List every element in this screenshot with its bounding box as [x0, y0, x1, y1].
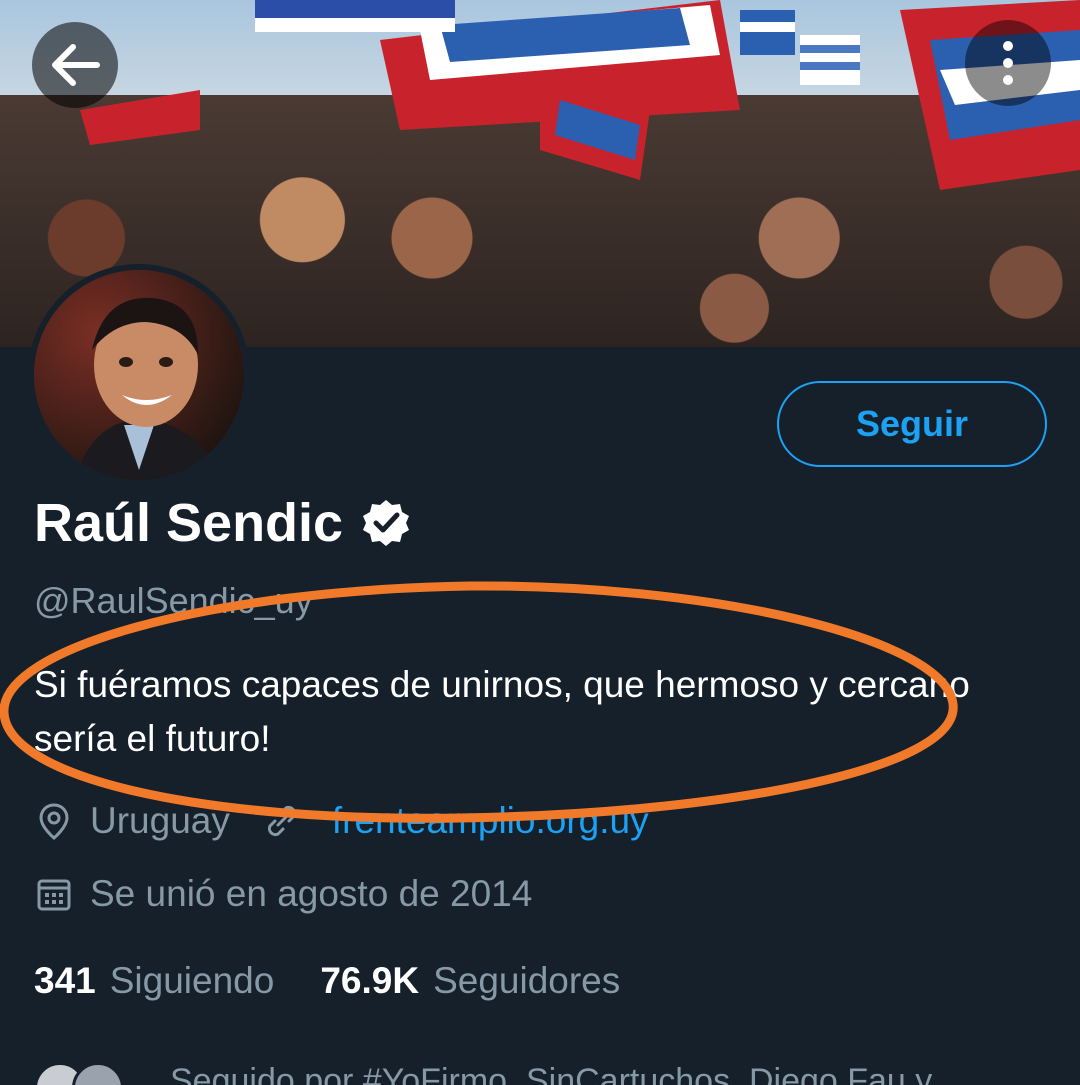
calendar-icon [37, 879, 71, 911]
profile-name: Raúl Sendic [34, 493, 344, 553]
profile-handle: @RaulSendic_uy [34, 580, 313, 621]
followers-label: Seguidores [433, 960, 621, 1001]
link-icon [267, 805, 296, 837]
profile-avatar[interactable] [28, 264, 250, 486]
avatar-photo [34, 270, 244, 480]
back-button[interactable] [32, 22, 118, 108]
following-count: 341 [34, 960, 96, 1001]
profile-joined-date: Se unió en agosto de 2014 [90, 873, 533, 914]
followers-count: 76.9K [320, 960, 420, 1001]
profile-location: Uruguay [90, 800, 230, 841]
profile-location-row: Uruguay frenteamplio.org.uy [34, 800, 649, 842]
follower-avatar [72, 1062, 124, 1085]
banner-flag [540, 80, 650, 180]
followers-stat[interactable]: 76.9K Seguidores [320, 960, 620, 1002]
following-stat[interactable]: 341 Siguiendo [34, 960, 274, 1002]
profile-website-link[interactable]: frenteamplio.org.uy [332, 800, 649, 842]
location-pin-icon [39, 803, 69, 840]
follow-button[interactable]: Seguir [777, 381, 1047, 467]
banner-flag [255, 0, 455, 32]
follow-button-label: Seguir [855, 403, 969, 444]
more-vertical-icon [1003, 41, 1013, 85]
verified-badge-icon [363, 500, 410, 546]
arrow-left-icon [52, 44, 100, 86]
followed-by-row[interactable]: Seguido por #YoFirmo_SinCartuchos, Diego… [34, 1062, 1080, 1085]
following-label: Siguiendo [109, 960, 275, 1001]
profile-joined-row: Se unió en agosto de 2014 [34, 873, 532, 915]
profile-name-row: Raúl Sendic [34, 492, 411, 554]
more-options-button[interactable] [965, 20, 1051, 106]
profile-stats: 341 Siguiendo 76.9K Seguidores [34, 960, 620, 1002]
followed-by-text: Seguido por #YoFirmo_SinCartuchos, Diego… [170, 1062, 933, 1085]
profile-bio: Si fuéramos capaces de unirnos, que herm… [34, 664, 970, 759]
